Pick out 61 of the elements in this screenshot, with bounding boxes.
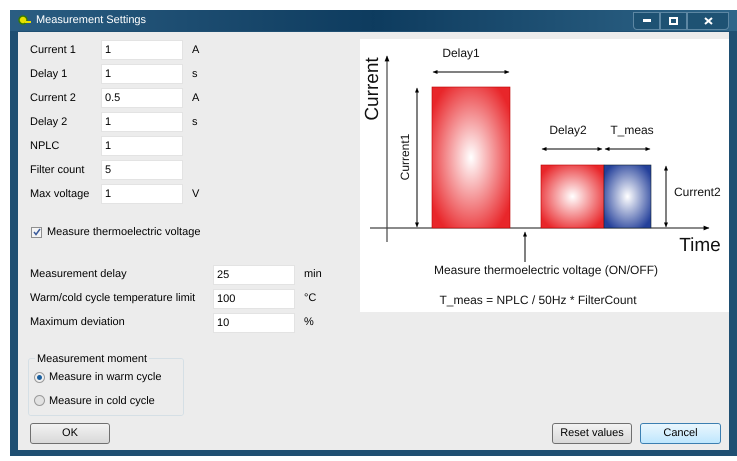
unit-label: min bbox=[304, 267, 322, 282]
diagram-label: T_meas bbox=[610, 123, 654, 137]
double-arrow bbox=[542, 147, 602, 151]
unit-label: V bbox=[192, 186, 200, 202]
maximize-button[interactable] bbox=[660, 12, 687, 30]
unit-label: A bbox=[192, 90, 200, 106]
radio-label: Measure in cold cycle bbox=[49, 394, 155, 408]
input-field[interactable]: 1 bbox=[101, 184, 183, 204]
ok-button[interactable]: OK bbox=[30, 423, 110, 444]
formula-text: T_meas = NPLC / 50Hz * FilterCount bbox=[439, 293, 637, 307]
field-label: Current 2 bbox=[30, 90, 77, 106]
radio-button[interactable] bbox=[34, 395, 45, 406]
unit-label: s bbox=[192, 66, 198, 82]
field-label: Max voltage bbox=[30, 186, 90, 202]
close-icon bbox=[704, 16, 712, 24]
checkbox-label: Measure thermoelectric voltage bbox=[47, 225, 200, 240]
input-field[interactable]: 0.5 bbox=[101, 88, 183, 108]
radio-button[interactable] bbox=[34, 372, 45, 383]
unit-label: A bbox=[192, 42, 200, 58]
cancel-button[interactable]: Cancel bbox=[640, 423, 721, 444]
diagram-label: Current2 bbox=[674, 185, 721, 199]
input-field[interactable]: 1 bbox=[101, 64, 183, 84]
double-arrow bbox=[604, 147, 650, 151]
app-icon bbox=[18, 14, 32, 26]
minimize-icon bbox=[642, 19, 650, 22]
radio-label: Measure in warm cycle bbox=[49, 370, 162, 385]
field-label: Current 1 bbox=[30, 42, 77, 58]
close-button[interactable] bbox=[687, 12, 729, 30]
field-label: Filter count bbox=[30, 162, 86, 178]
maximize-icon bbox=[669, 16, 678, 24]
diagram-label: Current1 bbox=[398, 134, 412, 180]
field-label: NPLC bbox=[30, 138, 60, 154]
field-label: Warm/cold cycle temperature limit bbox=[30, 291, 196, 306]
input-field[interactable]: 10 bbox=[213, 312, 295, 332]
pointer-arrow bbox=[523, 232, 527, 262]
field-label: Measurement delay bbox=[30, 267, 128, 282]
unit-label: °C bbox=[304, 291, 316, 306]
minimize-button[interactable] bbox=[633, 12, 660, 30]
input-field[interactable]: 100 bbox=[213, 288, 295, 308]
field-label: Maximum deviation bbox=[30, 315, 126, 330]
axis-label: Time bbox=[679, 235, 721, 256]
diagram-caption: Measure thermoelectric voltage (ON/OFF) bbox=[434, 263, 658, 277]
field-label: Delay 1 bbox=[30, 66, 68, 82]
pulse-bar bbox=[540, 164, 604, 228]
reset-values-button[interactable]: Reset values bbox=[552, 423, 632, 444]
field-label: Delay 2 bbox=[30, 114, 68, 130]
input-field[interactable]: 5 bbox=[101, 160, 183, 180]
unit-label: % bbox=[304, 315, 314, 330]
window-title: Measurement Settings bbox=[36, 13, 146, 28]
input-field[interactable]: 1 bbox=[101, 136, 183, 156]
checkbox[interactable] bbox=[31, 226, 42, 238]
diagram-label: Delay1 bbox=[442, 46, 480, 60]
group-title: Measurement moment bbox=[36, 352, 148, 366]
input-field[interactable]: 1 bbox=[101, 40, 183, 60]
input-field[interactable]: 1 bbox=[101, 112, 183, 132]
diagram-label: Delay2 bbox=[549, 123, 587, 137]
axis-label: Current bbox=[362, 57, 383, 121]
unit-label: s bbox=[192, 114, 198, 130]
measurement-bar bbox=[604, 164, 652, 228]
input-field[interactable]: 25 bbox=[213, 264, 295, 284]
double-arrow bbox=[664, 166, 668, 228]
